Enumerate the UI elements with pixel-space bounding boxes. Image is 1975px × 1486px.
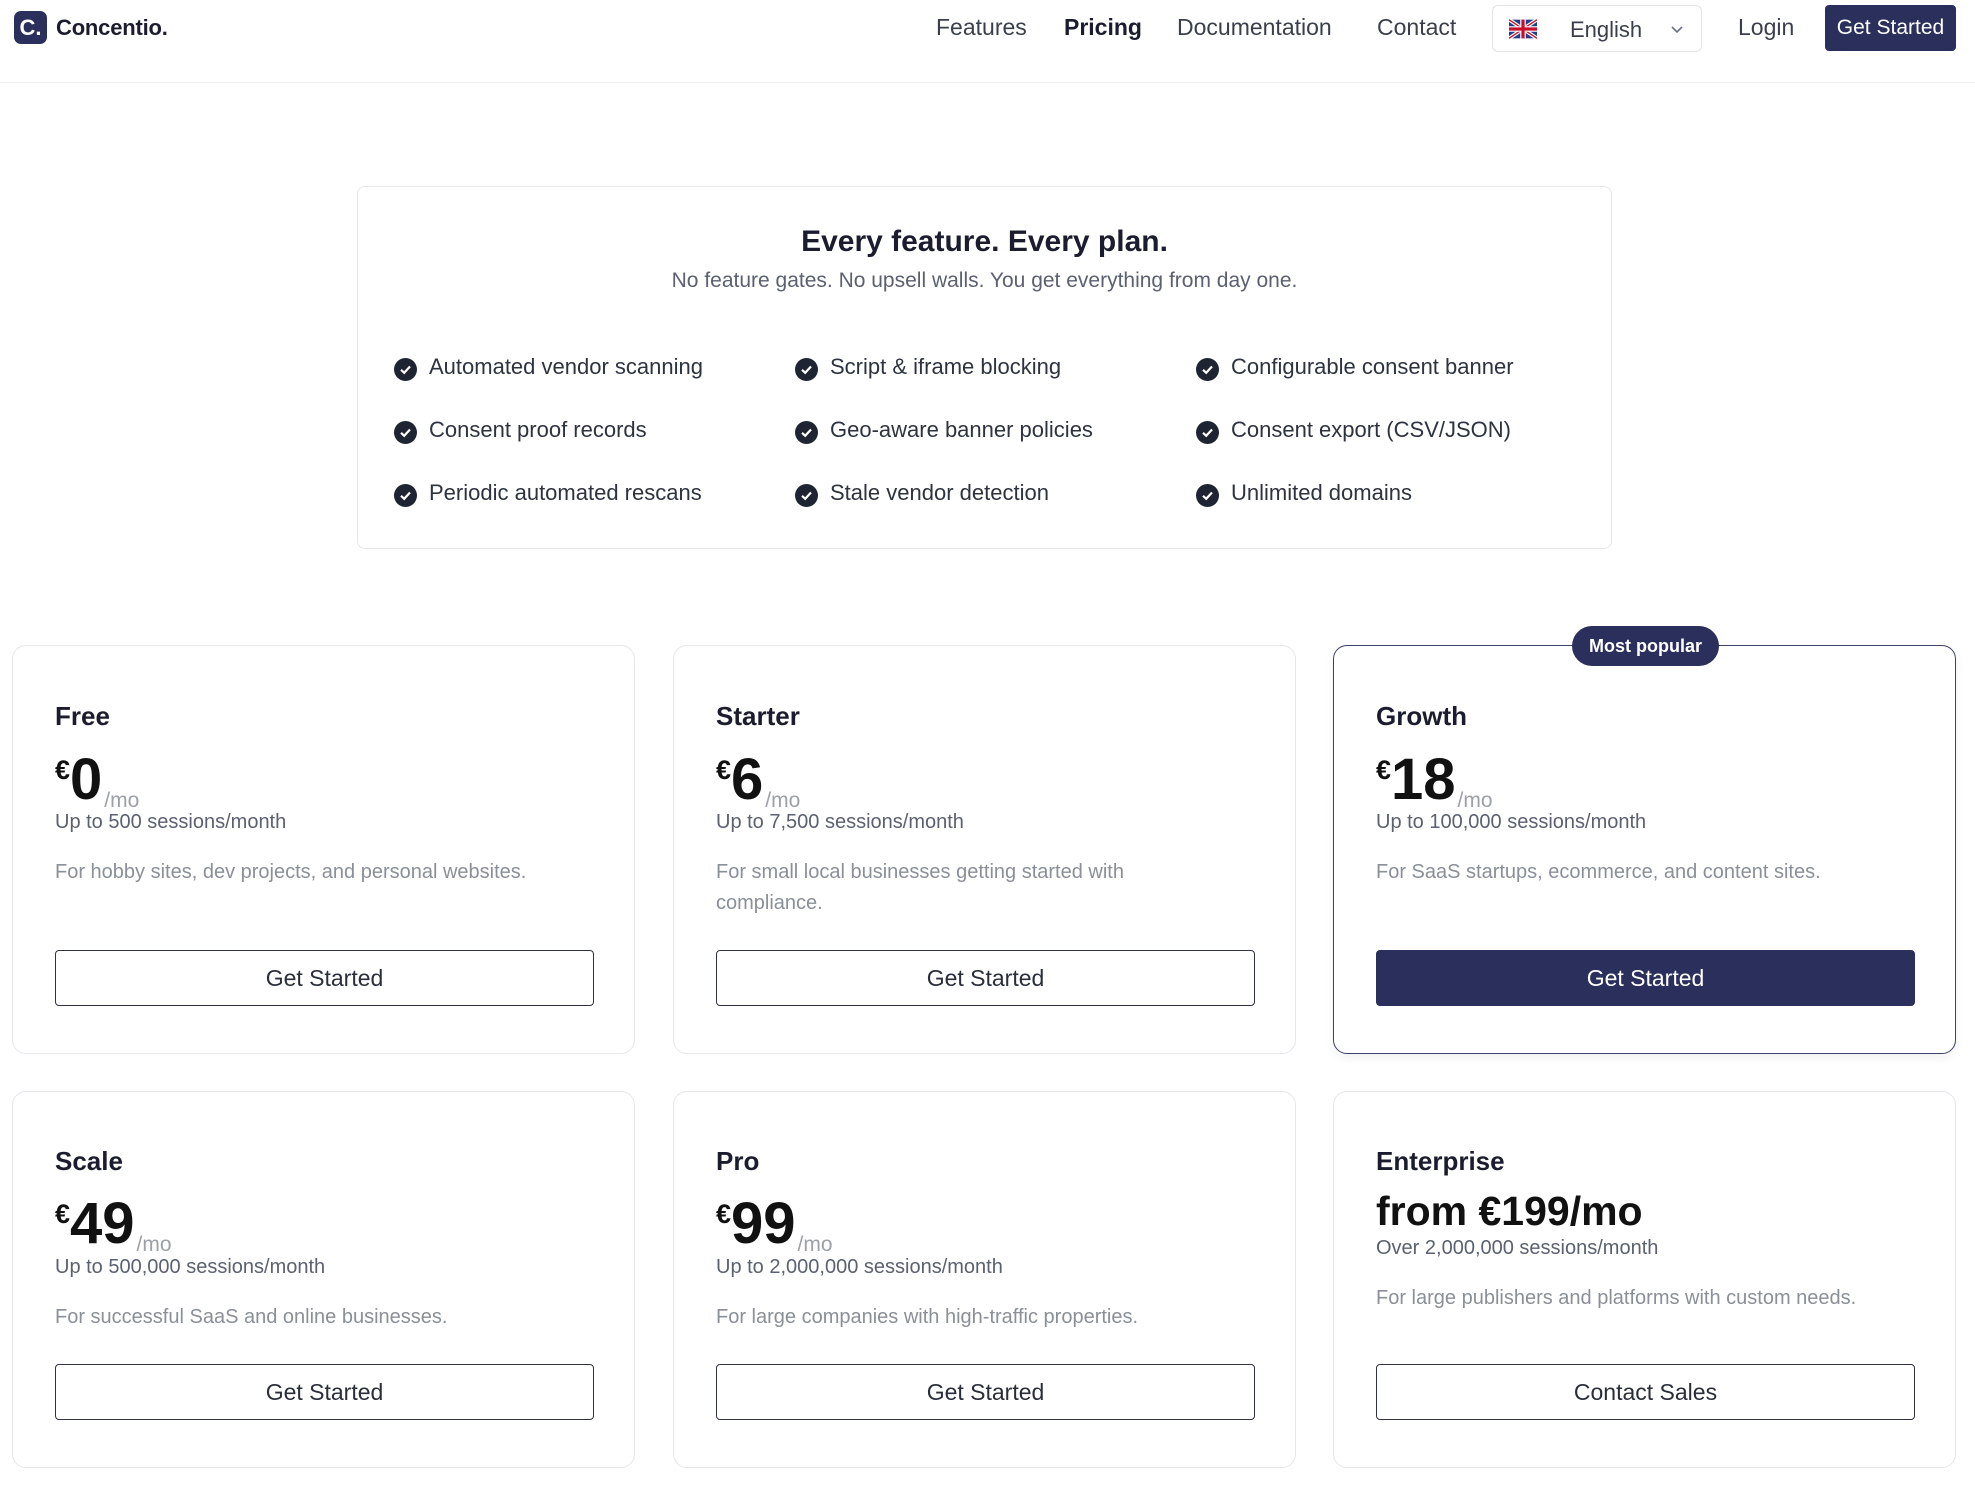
feature-item: Automated vendor scanning [394,352,703,381]
check-circle-icon [795,358,818,381]
feature-label: Configurable consent banner [1231,353,1514,379]
price-currency: € [55,1199,71,1229]
chevron-down-icon [1671,26,1683,34]
feature-label: Geo-aware banner policies [830,416,1093,442]
price-period: /mo [104,789,140,812]
get-started-button[interactable]: Get Started [1376,950,1915,1006]
price-period: /mo [1457,789,1493,812]
header-get-started-button[interactable]: Get Started [1825,5,1956,51]
price-currency: € [716,755,732,785]
plan-name: Starter [716,701,800,731]
plan-name: Growth [1376,701,1467,731]
plan-description: For large publishers and platforms with … [1376,1287,1857,1309]
plan-card-free: Free € 0 /mo Up to 500 sessions/month Fo… [12,645,635,1054]
plan-price: € 49 /mo [55,1191,172,1257]
plan-sessions: Up to 500 sessions/month [55,811,287,833]
price-amount: 6 [731,747,764,812]
price-amount: 0 [70,747,103,812]
check-circle-icon [795,484,818,507]
plan-name: Scale [55,1146,123,1176]
price-amount: 99 [731,1191,796,1256]
contact-sales-button[interactable]: Contact Sales [1376,1364,1915,1420]
feature-item: Periodic automated rescans [394,478,702,507]
feature-label: Script & iframe blocking [830,353,1062,379]
check-circle-icon [1196,484,1219,507]
feature-item: Configurable consent banner [1196,352,1514,381]
nav-link-contact[interactable]: Contact [1377,14,1456,41]
price-period: /mo [765,789,801,812]
check-circle-icon [1196,358,1219,381]
price-period: /mo [136,1233,172,1256]
plan-sessions: Up to 7,500 sessions/month [716,811,964,833]
nav-link-features[interactable]: Features [936,14,1027,41]
plan-description: For SaaS startups, ecommerce, and conten… [1376,861,1821,883]
plan-sessions: Up to 100,000 sessions/month [1376,811,1647,833]
price-currency: € [716,1199,732,1229]
plan-card-growth: Most popular Growth € 18 /mo Up to 100,0… [1333,626,1956,1054]
nav-link-documentation[interactable]: Documentation [1177,14,1332,41]
price-period: /mo [797,1233,833,1256]
feature-item: Geo-aware banner policies [795,415,1093,444]
plan-name: Enterprise [1376,1146,1505,1176]
feature-item: Unlimited domains [1196,478,1412,507]
check-circle-icon [394,484,417,507]
feature-item: Script & iframe blocking [795,352,1061,381]
nav-link-pricing[interactable]: Pricing [1064,14,1142,41]
price-amount: 49 [70,1191,135,1256]
uk-flag-icon [1509,19,1537,39]
features-panel: Every feature. Every plan. No feature ga… [357,186,1612,549]
feature-label: Stale vendor detection [830,479,1049,505]
plan-description: For small local businesses getting start… [716,861,1124,914]
plan-price: € 0 /mo [55,747,139,813]
get-started-button[interactable]: Get Started [55,1364,594,1420]
check-circle-icon [795,421,818,444]
plan-price: € 6 /mo [716,747,800,813]
price-amount: 18 [1391,747,1456,812]
get-started-button[interactable]: Get Started [55,950,594,1006]
feature-item: Consent export (CSV/JSON) [1196,415,1511,444]
get-started-button[interactable]: Get Started [716,1364,1255,1420]
features-subtitle: No feature gates. No upsell walls. You g… [671,269,1298,292]
most-popular-badge: Most popular [1572,626,1719,666]
language-select[interactable]: English [1492,5,1702,52]
feature-item: Stale vendor detection [795,478,1049,507]
plan-card-scale: Scale € 49 /mo Up to 500,000 sessions/mo… [12,1091,635,1468]
logo-mark-icon: C. [14,11,47,44]
plan-sessions: Up to 500,000 sessions/month [55,1256,326,1278]
feature-label: Consent proof records [429,416,647,442]
plan-sessions: Up to 2,000,000 sessions/month [716,1256,1003,1278]
feature-item: Consent proof records [394,415,647,444]
plan-price: from €199/mo [1376,1188,1643,1234]
get-started-button[interactable]: Get Started [716,950,1255,1006]
price-currency: € [55,755,71,785]
plan-description: For hobby sites, dev projects, and perso… [55,861,527,883]
login-link[interactable]: Login [1738,14,1794,41]
plan-description: For large companies with high-traffic pr… [716,1306,1139,1328]
plan-price: € 99 /mo [716,1191,833,1257]
feature-label: Periodic automated rescans [429,479,702,505]
plan-card-pro: Pro € 99 /mo Up to 2,000,000 sessions/mo… [673,1091,1296,1468]
feature-label: Automated vendor scanning [429,353,703,379]
plan-price: € 18 /mo [1376,747,1493,813]
feature-label: Consent export (CSV/JSON) [1231,416,1511,442]
plan-card-starter: Starter € 6 /mo Up to 7,500 sessions/mon… [673,645,1296,1054]
check-circle-icon [394,358,417,381]
feature-label: Unlimited domains [1231,479,1412,505]
plan-description: For successful SaaS and online businesse… [55,1306,448,1328]
check-circle-icon [1196,421,1219,444]
plan-sessions: Over 2,000,000 sessions/month [1376,1237,1659,1259]
site-header: C. Concentio. Features Pricing Documenta… [0,0,1975,83]
language-label: English [1570,17,1643,42]
check-circle-icon [394,421,417,444]
plan-card-enterprise: Enterprise from €199/mo Over 2,000,000 s… [1333,1091,1956,1468]
price-currency: € [1376,755,1392,785]
plan-name: Pro [716,1146,760,1176]
brand-logo[interactable]: C. Concentio. [14,11,168,44]
features-title: Every feature. Every plan. [801,225,1168,258]
plan-name: Free [55,701,110,731]
brand-name: Concentio. [56,14,168,40]
